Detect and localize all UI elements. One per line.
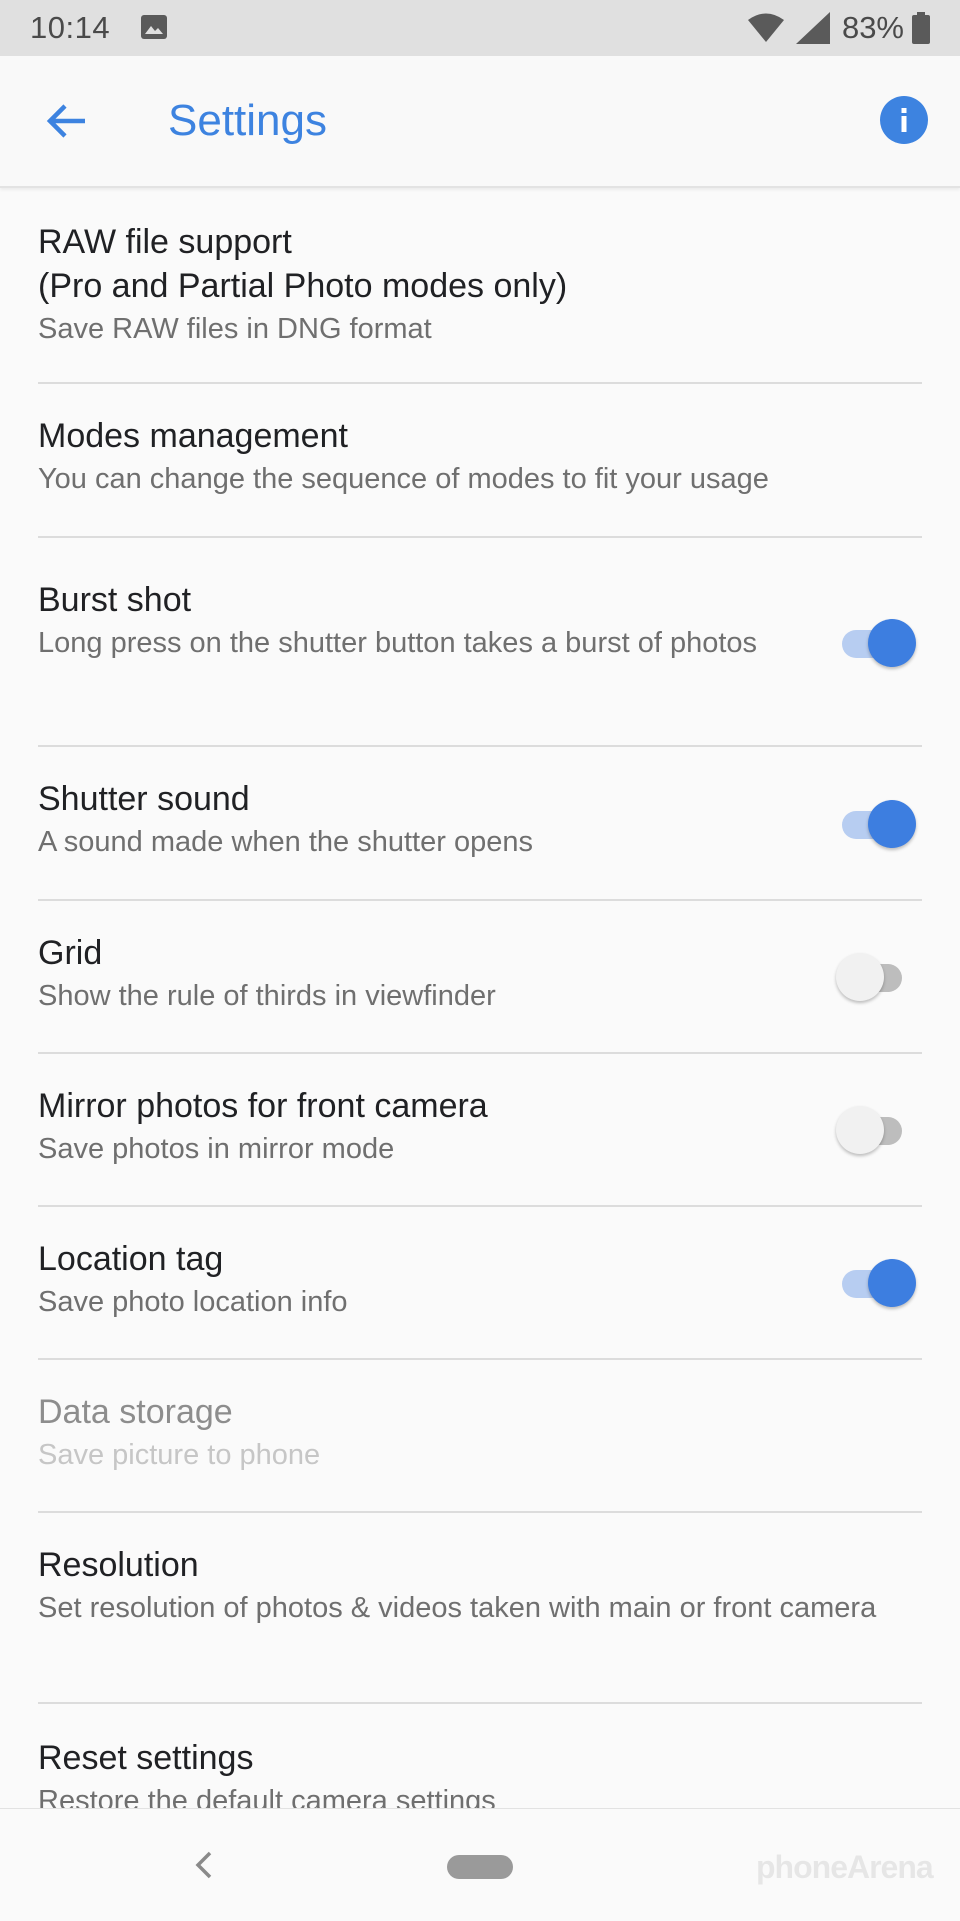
setting-summary: Save picture to phone xyxy=(38,1439,321,1471)
setting-title: Resolution xyxy=(38,1546,199,1584)
setting-grid[interactable]: Grid Show the rule of thirds in viewfind… xyxy=(38,901,922,1054)
setting-title: Location tag xyxy=(38,1240,224,1278)
signal-icon xyxy=(795,12,830,44)
setting-title: Burst shot xyxy=(38,581,192,619)
setting-summary: Save photos in mirror mode xyxy=(38,1133,395,1165)
app-bar: Settings xyxy=(0,56,960,188)
setting-title: RAW file support (Pro and Partial Photo … xyxy=(38,223,568,305)
setting-shutter-sound[interactable]: Shutter sound A sound made when the shut… xyxy=(38,747,922,901)
battery-icon xyxy=(912,12,930,44)
status-bar: 10:14 83% xyxy=(0,0,960,56)
setting-summary: You can change the sequence of modes to … xyxy=(38,463,769,495)
setting-mirror-photos[interactable]: Mirror photos for front camera Save phot… xyxy=(38,1054,922,1207)
toggle-thumb xyxy=(836,1106,884,1154)
setting-resolution[interactable]: Resolution Set resolution of photos & vi… xyxy=(38,1513,922,1704)
setting-raw-file-support[interactable]: RAW file support (Pro and Partial Photo … xyxy=(38,188,922,384)
shutter-sound-toggle[interactable] xyxy=(836,799,916,849)
settings-list: RAW file support (Pro and Partial Photo … xyxy=(0,188,960,1824)
nav-back-icon[interactable] xyxy=(184,1845,224,1885)
burst-shot-toggle[interactable] xyxy=(836,618,916,668)
setting-modes-management[interactable]: Modes management You can change the sequ… xyxy=(38,384,922,538)
grid-toggle[interactable] xyxy=(836,952,916,1002)
arrow-back-icon xyxy=(46,104,85,138)
navigation-bar: phoneArena xyxy=(0,1808,960,1921)
status-icons: 83% xyxy=(747,8,930,48)
setting-title: Mirror photos for front camera xyxy=(38,1087,488,1125)
watermark: phoneArena xyxy=(756,1849,934,1885)
setting-title: Modes management xyxy=(38,417,348,455)
setting-summary: Set resolution of photos & videos taken … xyxy=(38,1592,877,1624)
setting-title: Reset settings xyxy=(38,1739,254,1777)
setting-summary: Show the rule of thirds in viewfinder xyxy=(38,980,496,1012)
setting-title: Data storage xyxy=(38,1393,233,1431)
toggle-thumb xyxy=(868,800,916,848)
status-time: 10:14 xyxy=(30,10,111,45)
info-icon xyxy=(901,108,907,132)
setting-title: Shutter sound xyxy=(38,780,250,818)
setting-data-storage: Data storage Save picture to phone xyxy=(38,1360,922,1513)
setting-summary: Long press on the shutter button takes a… xyxy=(38,627,758,659)
nav-home-button[interactable] xyxy=(447,1855,513,1879)
setting-reset[interactable]: Reset settings Restore the default camer… xyxy=(38,1704,922,1824)
location-tag-toggle[interactable] xyxy=(836,1258,916,1308)
battery-percent: 83% xyxy=(841,10,904,45)
back-button[interactable] xyxy=(34,89,98,153)
wifi-icon xyxy=(747,13,784,42)
setting-summary: Save RAW files in DNG format xyxy=(38,313,432,345)
toggle-thumb xyxy=(836,953,884,1001)
setting-title: Grid xyxy=(38,934,103,972)
info-button[interactable] xyxy=(880,96,928,144)
setting-location-tag[interactable]: Location tag Save photo location info xyxy=(38,1207,922,1360)
setting-summary: Save photo location info xyxy=(38,1286,348,1318)
setting-summary: A sound made when the shutter opens xyxy=(38,826,533,858)
page-title: Settings xyxy=(168,96,327,145)
mirror-photos-toggle[interactable] xyxy=(836,1105,916,1155)
toggle-thumb xyxy=(868,619,916,667)
setting-burst-shot[interactable]: Burst shot Long press on the shutter but… xyxy=(38,538,922,747)
toggle-thumb xyxy=(868,1259,916,1307)
image-icon xyxy=(140,14,168,40)
